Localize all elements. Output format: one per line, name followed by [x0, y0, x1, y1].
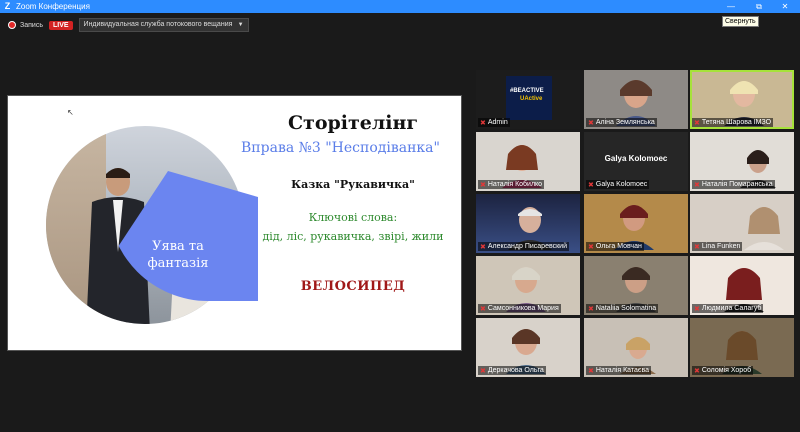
mic-muted-icon: ✖	[480, 243, 486, 251]
participant-name: Александр Писаревский	[487, 243, 567, 250]
mic-muted-icon: ✖	[588, 119, 594, 127]
participant-name: Людмила Салагуб	[701, 305, 762, 312]
mic-muted-icon: ✖	[694, 243, 700, 251]
record-label[interactable]: Запись	[20, 22, 43, 29]
mic-muted-icon: ✖	[480, 305, 486, 313]
wedge-caption: Уява та фантазія	[147, 239, 209, 271]
participant-name: Nataliia Solomatina	[595, 305, 657, 312]
participant-tile[interactable]: ✖ Александр Писаревский	[476, 194, 580, 253]
participant-name: Galya Kolomoec	[595, 181, 648, 188]
close-button[interactable]: ✕	[770, 0, 800, 13]
mic-muted-icon: ✖	[694, 181, 700, 189]
participant-name: Наталія Катаєва	[595, 367, 650, 374]
mic-muted-icon: ✖	[588, 181, 594, 189]
participant-video	[744, 207, 784, 250]
participant-tile[interactable]: ✖ Lina Funken	[690, 194, 794, 253]
participant-tile[interactable]: ✖ Наталія Кобилко	[476, 132, 580, 191]
participant-name: Соломія Хороб	[701, 367, 752, 374]
participant-tile[interactable]: ✖ Соломія Хороб	[690, 318, 794, 377]
mic-muted-icon: ✖	[588, 243, 594, 251]
participant-name: Ольга Мовчан	[595, 243, 642, 250]
stream-service-value: Индивидуальная служба потокового вещания	[83, 21, 233, 28]
participant-tile[interactable]: ✖ Тетяна Шарова ІМЗО	[690, 70, 794, 129]
chevron-down-icon: ▼	[237, 22, 244, 28]
recording-toolbar: Запись LIVE Индивидуальная служба потоко…	[0, 17, 249, 33]
mic-muted-icon: ✖	[588, 367, 594, 375]
mic-muted-icon: ✖	[694, 119, 700, 127]
live-badge: LIVE	[48, 20, 73, 30]
mic-muted-icon: ✖	[480, 367, 486, 375]
participant-tile[interactable]: Galya Kolomoec ✖ Galya Kolomoec	[584, 132, 688, 191]
slide-tale: Казка "Рукавичка"	[291, 178, 415, 191]
zoom-logo-icon: Z	[4, 1, 11, 11]
shared-screen-slide: ↖ Уява та фантазія Сторітелінг Вправа №3…	[7, 95, 462, 351]
minimize-button[interactable]: —	[716, 0, 746, 13]
participant-name: Тетяна Шарова ІМЗО	[701, 119, 772, 126]
participant-tile[interactable]: ✖ Деркачова Ольга	[476, 318, 580, 377]
slide-answer: ВЕЛОСИПЕД	[300, 279, 406, 294]
stream-service-select[interactable]: Индивидуальная служба потокового вещания…	[78, 18, 249, 32]
participant-tile[interactable]: ✖ Самсонникова Мария	[476, 256, 580, 315]
participant-tile[interactable]: ✖ Nataliia Solomatina	[584, 256, 688, 315]
participant-name: Admin	[487, 119, 508, 126]
participant-tile[interactable]: ✖ Наталія Катаєва	[584, 318, 688, 377]
participant-tile[interactable]: ✖ Людмила Салагуб	[690, 256, 794, 315]
participant-name: Деркачова Ольга	[487, 367, 544, 374]
mic-muted-icon: ✖	[480, 181, 486, 189]
participant-name: Самсонникова Мария	[487, 305, 559, 312]
participant-name: Наталія Помаранська	[701, 181, 773, 188]
slide-keywords: Ключові слова: дід, ліс, рукавичка, звір…	[262, 211, 444, 243]
mic-muted-icon: ✖	[480, 119, 486, 127]
window-title: Zoom Конференция	[16, 2, 90, 11]
participant-tile[interactable]: ✖ Наталія Помаранська	[690, 132, 794, 191]
mic-muted-icon: ✖	[694, 305, 700, 313]
mic-muted-icon: ✖	[588, 305, 594, 313]
beactive-logo: #BEACTIVE UActive	[506, 76, 552, 120]
participant-tile[interactable]: ✖ Аліна Землянська	[584, 70, 688, 129]
participant-tile[interactable]: ✖ Ольга Мовчан	[584, 194, 688, 253]
mic-muted-icon: ✖	[694, 367, 700, 375]
slide-subtitle: Вправа №3 "Несподіванка"	[241, 140, 440, 156]
participant-tile[interactable]: #BEACTIVE UActive ✖ Admin	[476, 70, 580, 129]
record-icon[interactable]	[8, 21, 16, 29]
title-bar: Z Zoom Конференция — ⧉ ✕	[0, 0, 800, 13]
participant-name: Lina Funken	[701, 243, 741, 250]
participant-name: Наталія Кобилко	[487, 181, 543, 188]
participant-name: Аліна Землянська	[595, 119, 655, 126]
minimize-tooltip: Свернуть	[722, 16, 759, 27]
mouse-cursor-icon: ↖	[67, 108, 74, 117]
participant-name-center: Galya Kolomoec	[604, 154, 668, 163]
slide-title: Сторітелінг	[287, 112, 419, 134]
